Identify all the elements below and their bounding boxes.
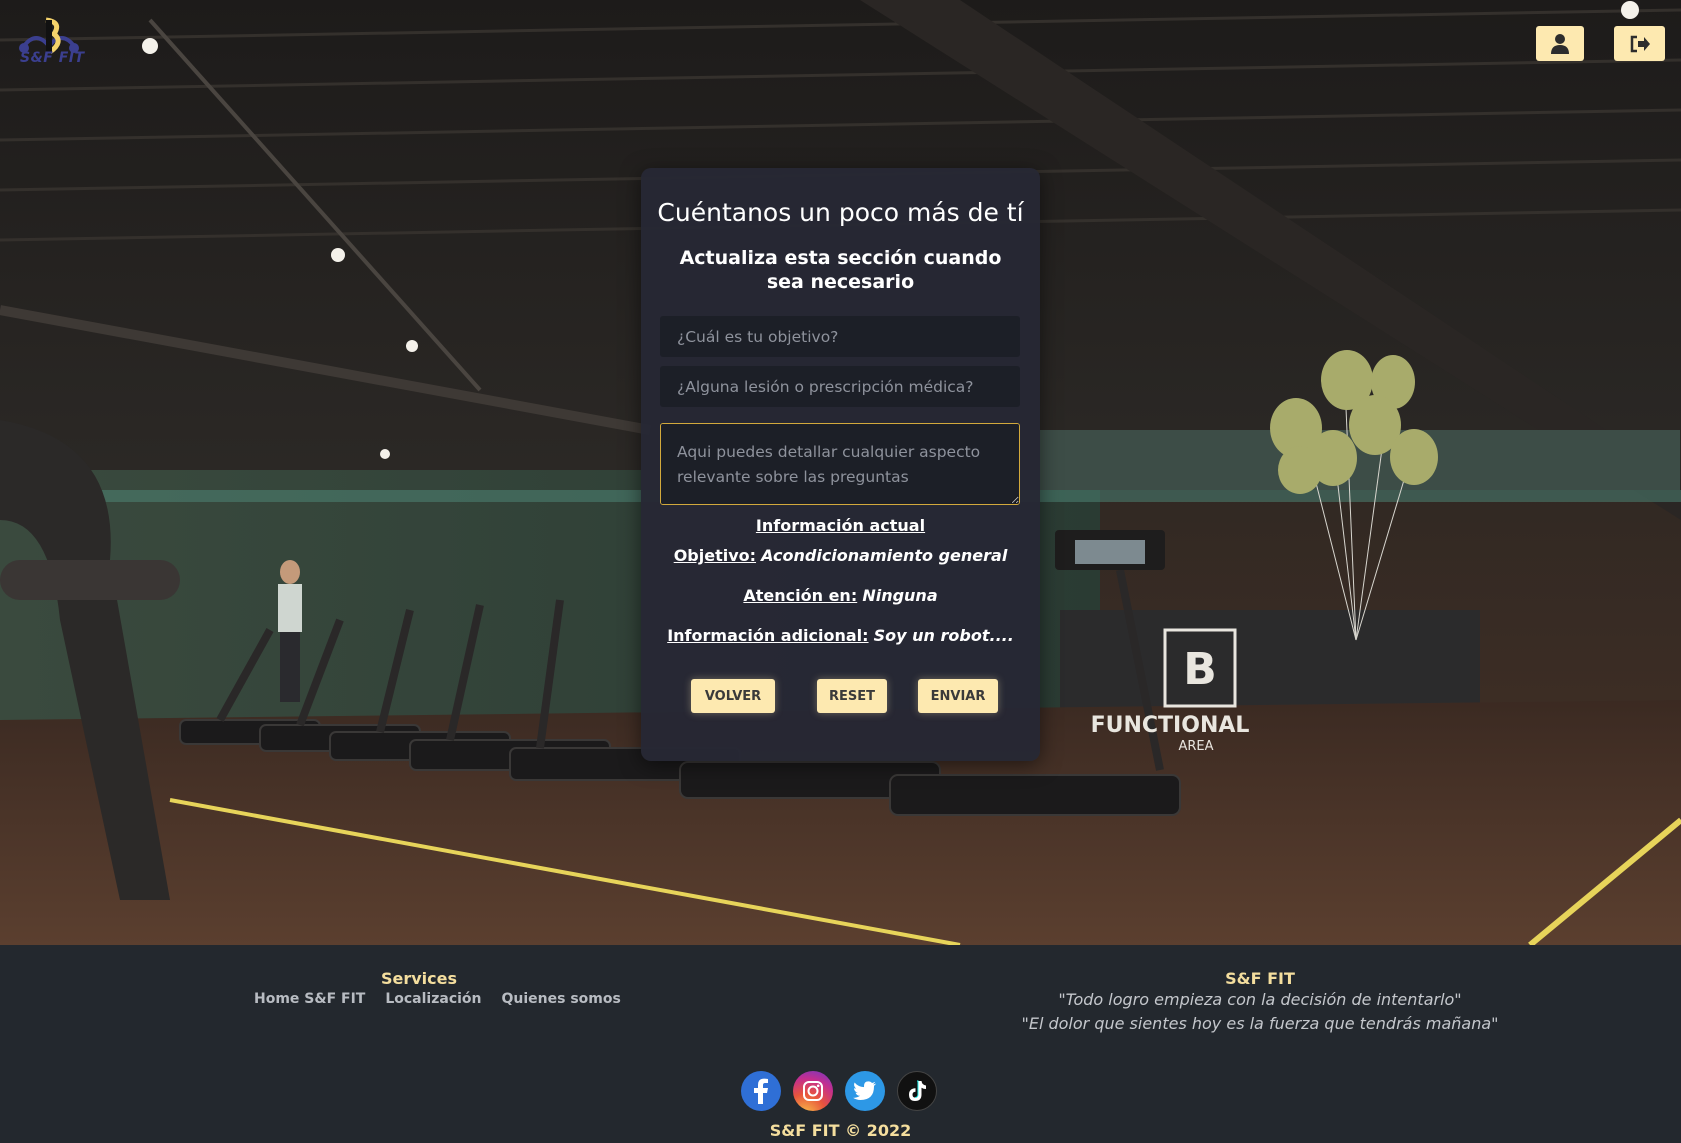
user-icon xyxy=(1551,33,1569,54)
goal-input[interactable] xyxy=(660,316,1020,357)
footer-link-location[interactable]: Localización xyxy=(385,991,481,1007)
footer-link-about[interactable]: Quienes somos xyxy=(502,991,621,1007)
current-extra-line: Información adicional: Soy un robot.... xyxy=(641,626,1040,645)
extra-label: Información adicional: xyxy=(667,626,869,645)
footer-quote-1: "Todo logro empieza con la decisión de i… xyxy=(1058,990,1462,1009)
footer-services-title: Services xyxy=(380,969,458,988)
instagram-icon[interactable] xyxy=(793,1071,833,1111)
form-title: Cuéntanos un poco más de tí xyxy=(657,198,1024,227)
twitter-icon[interactable] xyxy=(845,1071,885,1111)
details-textarea[interactable] xyxy=(660,423,1020,505)
tiktok-icon[interactable] xyxy=(897,1071,937,1111)
sign-functional: FUNCTIONAL xyxy=(1091,713,1250,738)
attention-value: Ninguna xyxy=(862,586,938,605)
attention-label: Atención en: xyxy=(743,586,858,605)
social-links xyxy=(741,1071,937,1111)
profile-form-card: Cuéntanos un poco más de tí Actualiza es… xyxy=(641,168,1040,761)
logout-button[interactable] xyxy=(1614,26,1665,61)
current-info-heading: Información actual xyxy=(755,516,926,535)
reset-button[interactable]: RESET xyxy=(817,679,887,713)
logo-text: S&F FIT xyxy=(20,50,85,66)
footer-links: Home S&F FIT Localización Quienes somos xyxy=(254,991,621,1007)
current-attention-line: Atención en: Ninguna xyxy=(641,586,1040,605)
footer-brand: S&F FIT xyxy=(1225,969,1295,988)
sign-area: AREA xyxy=(1178,739,1213,754)
footer-quote-2: "El dolor que sientes hoy es la fuerza q… xyxy=(1021,1014,1499,1033)
send-button[interactable]: ENVIAR xyxy=(918,679,998,713)
form-subtitle: Actualiza esta sección cuando sea necesa… xyxy=(679,247,1002,293)
footer-link-home[interactable]: Home S&F FIT xyxy=(254,991,365,1007)
copyright: S&F FIT © 2022 xyxy=(769,1121,912,1140)
footer: Services Home S&F FIT Localización Quien… xyxy=(0,945,1681,1143)
facebook-icon[interactable] xyxy=(741,1071,781,1111)
back-button[interactable]: VOLVER xyxy=(691,679,775,713)
profile-button[interactable] xyxy=(1536,26,1584,61)
goal-value: Acondicionamiento general xyxy=(761,546,1008,565)
goal-label: Objetivo: xyxy=(673,546,757,565)
sign-out-icon xyxy=(1630,35,1650,52)
svg-text:B: B xyxy=(1183,644,1217,695)
extra-value: Soy un robot.... xyxy=(873,626,1014,645)
current-goal-line: Objetivo: Acondicionamiento general xyxy=(641,546,1040,565)
injury-input[interactable] xyxy=(660,366,1020,407)
